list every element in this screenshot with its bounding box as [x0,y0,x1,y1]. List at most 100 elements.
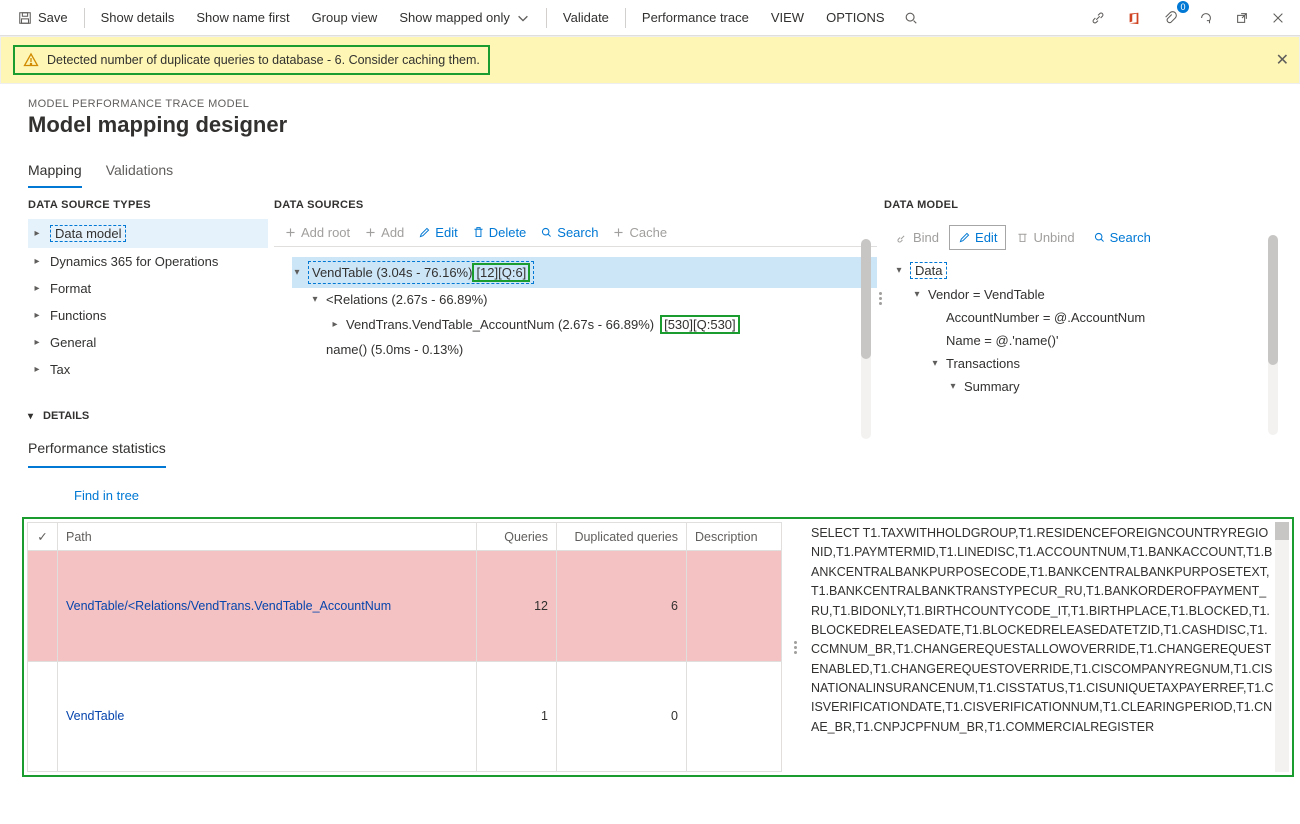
delete-button[interactable]: Delete [472,225,527,240]
office-icon[interactable] [1120,4,1148,32]
search-icon [904,11,918,25]
options-menu[interactable]: OPTIONS [816,4,895,31]
data-sources-panel: DATA SOURCES Add root Add Edit Delete Se… [268,199,877,398]
ds-type-format[interactable]: Format [28,275,268,302]
dm-node-summary[interactable]: Summary [894,375,1280,398]
table-row[interactable]: VendTable/<Relations/VendTrans.VendTable… [28,551,782,662]
data-source-types-heading: DATA SOURCE TYPES [28,199,268,211]
edit-button[interactable]: Edit [418,225,457,240]
data-model-tree: Data Vendor = VendTable AccountNumber = … [884,258,1284,398]
dm-node-data[interactable]: Data [894,258,1280,283]
sql-preview-pane: SELECT T1.TAXWITHHOLDGROUP,T1.RESIDENCEF… [809,522,1289,772]
search-icon [1093,231,1106,244]
path-link[interactable]: VendTable/<Relations/VendTrans.VendTable… [66,599,391,613]
ds-type-functions[interactable]: Functions [28,302,268,329]
data-sources-toolbar: Add root Add Edit Delete Search Cache [274,219,877,247]
search-button[interactable]: Search [540,225,598,240]
dm-node-transactions[interactable]: Transactions [894,352,1280,375]
warning-bar: Detected number of duplicate queries to … [0,36,1300,84]
performance-trace-button[interactable]: Performance trace [632,4,759,31]
trash-icon [1016,231,1029,244]
find-in-tree-link[interactable]: Find in tree [74,488,1278,503]
details-header[interactable]: ▾DETAILS [28,410,1278,422]
col-description[interactable]: Description [687,523,782,551]
ds-node-name-fn[interactable]: name() (5.0ms - 0.13%) [292,338,877,361]
data-model-panel: DATA MODEL Bind Edit Unbind Search Data … [884,199,1284,398]
popout-button[interactable] [1228,4,1256,32]
unbind-button[interactable]: Unbind [1008,226,1082,249]
col-path[interactable]: Path [58,523,477,551]
data-sources-heading: DATA SOURCES [274,199,877,211]
data-model-scrollbar[interactable] [1268,235,1278,435]
data-sources-scrollbar[interactable] [861,239,871,439]
close-icon [1271,11,1285,25]
warning-close-button[interactable]: ✕ [1276,50,1289,70]
chevron-down-icon [516,11,530,25]
toolbar-search-button[interactable] [897,4,925,32]
ds-type-tax[interactable]: Tax [28,356,268,383]
cache-button[interactable]: Cache [612,225,667,240]
attachments-button[interactable]: 0 [1156,4,1184,32]
save-label: Save [38,10,68,25]
col-queries[interactable]: Queries [477,523,557,551]
view-menu[interactable]: VIEW [761,4,814,31]
stat-vendtrans: [530][Q:530] [660,315,740,334]
page-header: MODEL PERFORMANCE TRACE MODEL Model mapp… [0,84,1300,189]
ds-node-vendtable[interactable]: VendTable (3.04s - 76.16%)[12][Q:6] [292,257,877,288]
table-row[interactable]: VendTable 1 0 [28,661,782,772]
performance-stats-highlight: ✓ Path Queries Duplicated queries Descri… [22,517,1294,777]
popout-icon [1235,11,1249,25]
tab-mapping[interactable]: Mapping [28,156,82,188]
toolbar: Save Show details Show name first Group … [0,0,1300,36]
warning-highlight: Detected number of duplicate queries to … [13,45,490,75]
ds-type-d365fo[interactable]: Dynamics 365 for Operations [28,248,268,275]
ds-type-data-model[interactable]: Data model [28,219,268,248]
separator [546,8,547,28]
toolbar-right: 0 [1084,4,1292,32]
performance-stats-table: ✓ Path Queries Duplicated queries Descri… [27,522,782,772]
data-source-types-panel: DATA SOURCE TYPES Data model Dynamics 36… [28,199,268,398]
details-splitter[interactable] [792,641,799,654]
validate-button[interactable]: Validate [553,4,619,31]
dm-node-vendor[interactable]: Vendor = VendTable [894,283,1280,306]
warning-icon [23,52,39,68]
ds-node-relations[interactable]: <Relations (2.67s - 66.89%) [292,288,877,311]
col-dup-queries[interactable]: Duplicated queries [557,523,687,551]
search-icon [540,226,553,239]
separator [625,8,626,28]
ds-node-vendtrans[interactable]: VendTrans.VendTable_AccountNum (2.67s - … [292,311,877,338]
ds-type-general[interactable]: General [28,329,268,356]
tab-performance-statistics[interactable]: Performance statistics [28,436,166,468]
bind-button[interactable]: Bind [888,226,947,249]
show-mapped-only-button[interactable]: Show mapped only [389,4,540,31]
warning-text: Detected number of duplicate queries to … [47,53,480,67]
link-icon[interactable] [1084,4,1112,32]
save-button[interactable]: Save [8,4,78,31]
dm-search-button[interactable]: Search [1085,226,1159,249]
show-details-button[interactable]: Show details [91,4,185,31]
column-splitter[interactable] [877,292,884,305]
page-title: Model mapping designer [28,112,1272,138]
dm-node-name[interactable]: Name = @.'name()' [894,329,1280,352]
close-button[interactable] [1264,4,1292,32]
dm-node-account[interactable]: AccountNumber = @.AccountNum [894,306,1280,329]
tab-validations[interactable]: Validations [106,156,173,188]
paperclip-icon [1163,11,1177,25]
refresh-icon [1199,11,1213,25]
add-root-button[interactable]: Add root [284,225,350,240]
save-icon [18,11,32,25]
col-check[interactable]: ✓ [28,523,58,551]
pencil-icon [958,231,971,244]
edit-binding-button[interactable]: Edit [949,225,1006,250]
stat-vendtable: [12][Q:6] [472,263,530,282]
group-view-button[interactable]: Group view [302,4,388,31]
designer-tabs: Mapping Validations [28,156,1272,189]
refresh-button[interactable] [1192,4,1220,32]
add-button[interactable]: Add [364,225,404,240]
data-model-heading: DATA MODEL [884,199,1284,211]
attachments-badge: 0 [1177,1,1189,13]
sql-scrollbar[interactable] [1275,522,1289,772]
show-name-first-button[interactable]: Show name first [186,4,299,31]
data-model-toolbar: Bind Edit Unbind Search [884,219,1284,258]
path-link[interactable]: VendTable [66,709,124,723]
